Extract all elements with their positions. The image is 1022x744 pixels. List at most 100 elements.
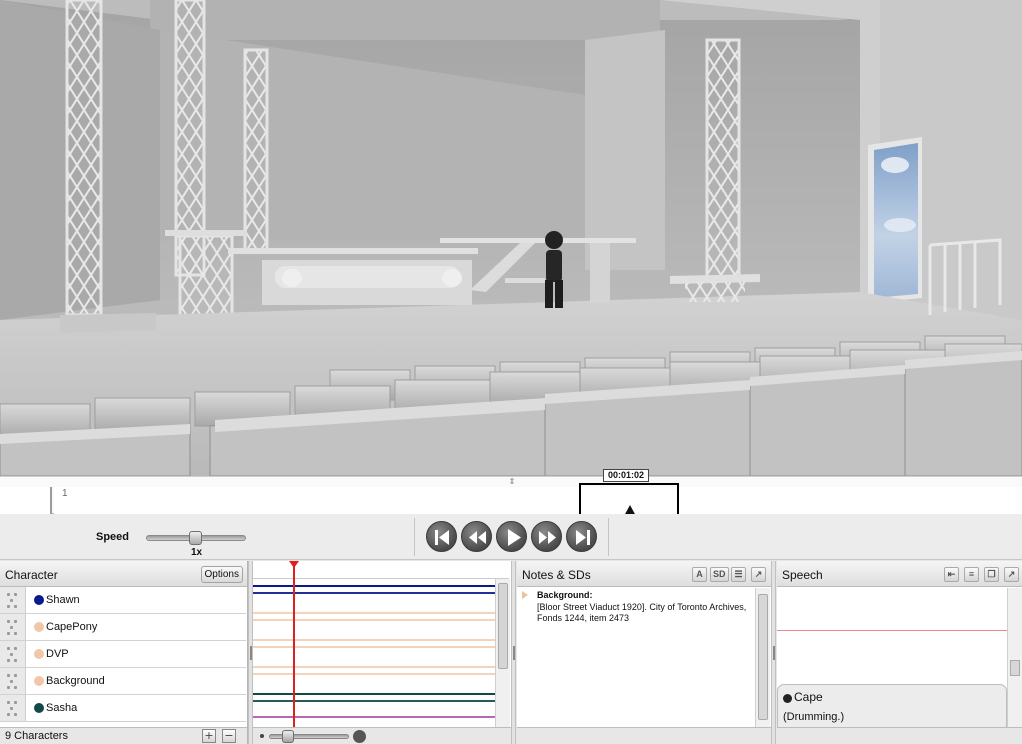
zoom-bar [253,727,511,744]
drag-handle-icon[interactable] [0,587,26,613]
character-name: DVP [46,648,69,660]
speech-current-time-line [777,630,1022,631]
character-name: Shawn [46,594,80,606]
options-button[interactable]: Options [200,566,243,583]
timeline-header [0,487,52,514]
character-color-dot [783,694,792,703]
stage-3d-viewport[interactable] [0,0,1022,476]
fast-forward-icon [539,531,556,544]
detach-window-icon[interactable]: ❐ [984,567,999,582]
lane-line [253,700,495,702]
character-row[interactable]: Sasha [0,695,246,722]
timeline-bar: ⇕ 1 00:01:02 [0,469,1022,519]
character-panel-header: Character Options [0,561,247,587]
zoom-slider[interactable] [269,734,349,739]
notes-scrollbar[interactable] [755,588,770,728]
timeline-marker-number: 1 [62,488,68,499]
lanes-cursor-head-icon[interactable] [289,561,299,568]
notes-panel-footer [517,727,771,744]
speech-scrollbar-thumb[interactable] [1010,660,1020,676]
remove-character-button[interactable]: − [222,729,236,743]
drag-handle-icon[interactable] [0,668,26,694]
theatre-scene-render [0,0,1022,476]
character-row[interactable]: DVP [0,641,246,668]
step-forward-button[interactable] [566,521,597,552]
lane-line [253,673,495,675]
character-lane[interactable] [253,633,495,660]
lanes-time-cursor[interactable] [293,565,295,729]
character-color-dot[interactable] [34,676,44,686]
character-name: Sasha [46,702,78,714]
step-back-icon [435,530,449,545]
step-back-button[interactable] [426,521,457,552]
character-lane[interactable] [253,606,495,633]
character-panel-title: Character [5,568,58,582]
character-lanes-panel[interactable] [253,561,511,744]
rewind-icon [469,531,486,544]
zoom-out-icon[interactable] [260,734,264,738]
play-icon [508,529,521,546]
note-author-button[interactable]: A [692,567,707,582]
speech-panel-header: Speech ⇤ ≡ ❐ ↗ [777,561,1022,587]
speech-panel: Speech ⇤ ≡ ❐ ↗ Cape (Drumming.) [777,561,1022,744]
add-character-button[interactable]: + [202,729,216,743]
outdent-icon[interactable]: ⇤ [944,567,959,582]
character-color-dot[interactable] [34,622,44,632]
character-name: Background [46,675,105,687]
lane-line [253,693,495,695]
fast-forward-button[interactable] [531,521,562,552]
zoom-slider-thumb[interactable] [282,730,294,743]
timeline-track[interactable]: 1 [54,487,1022,514]
character-lane[interactable] [253,660,495,687]
character-color-dot[interactable] [34,649,44,659]
notes-list[interactable]: Background: [Bloor Street Viaduct 1920].… [517,588,755,728]
notes-panel: Notes & SDs A SD ☰ ↗ Background: [Bloor … [517,561,771,744]
character-lane[interactable] [253,687,495,714]
lanes-scrollbar[interactable] [495,579,510,729]
drag-handle-icon[interactable] [0,695,26,721]
lane-line [253,646,495,648]
drag-handle-icon[interactable] [0,614,26,640]
notes-panel-header: Notes & SDs A SD ☰ ↗ [517,561,771,587]
indent-icon[interactable]: ☰ [731,567,746,582]
speed-label: Speed [96,531,130,543]
list-icon[interactable]: ≡ [964,567,979,582]
speed-slider-thumb[interactable] [189,531,202,545]
lane-line [253,639,495,641]
lane-line [253,592,495,594]
rewind-button[interactable] [461,521,492,552]
stage-direction-button[interactable]: SD [710,567,729,582]
speech-scrollbar[interactable] [1007,588,1022,728]
speech-panel-title: Speech [782,568,823,582]
character-row[interactable]: Background [0,668,246,695]
character-row[interactable]: CapePony [0,614,246,641]
notes-panel-title: Notes & SDs [522,568,591,582]
resize-grip-icon[interactable]: ⇕ [507,477,517,486]
transport-bar: Speed 1x [0,514,1022,560]
character-lane[interactable] [253,579,495,606]
character-panel: Character Options Shawn CapePony DVP Backgr… [0,561,248,744]
speech-list[interactable]: Cape (Drumming.) [777,588,1007,732]
speech-panel-footer [777,727,1022,744]
character-name: CapePony [46,621,98,633]
expand-icon[interactable]: ↗ [1004,567,1019,582]
step-forward-icon [576,530,590,545]
note-expand-arrow-icon[interactable] [522,591,528,599]
panel-splitter[interactable] [771,561,776,744]
character-color-dot[interactable] [34,703,44,713]
current-time-label: 00:01:02 [603,469,650,482]
character-color-dot[interactable] [34,595,44,605]
lanes-scrollbar-thumb[interactable] [498,583,508,669]
lane-line [253,612,495,614]
drag-handle-icon[interactable] [0,641,26,667]
play-button[interactable] [496,521,527,552]
panel-splitter[interactable] [511,561,516,744]
character-row[interactable]: Shawn [0,587,246,614]
notes-scrollbar-thumb[interactable] [758,594,768,720]
expand-icon[interactable]: ↗ [751,567,766,582]
speech-card[interactable]: Cape (Drumming.) [777,684,1007,732]
divider [608,518,609,556]
divider [414,518,415,556]
character-count: 9 Characters [5,730,68,742]
zoom-in-icon[interactable] [353,730,366,743]
